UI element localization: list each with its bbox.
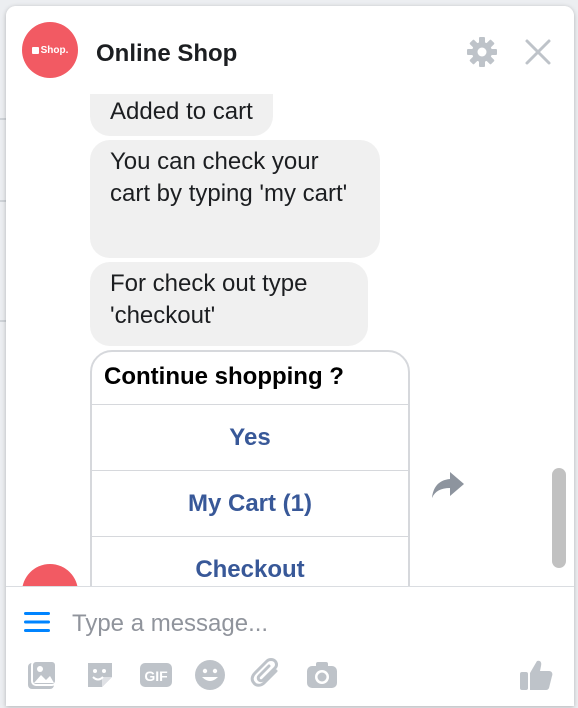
share-icon[interactable]	[430, 470, 466, 500]
avatar-label: Shop.	[40, 44, 69, 56]
chat-title[interactable]: Online Shop	[96, 40, 237, 68]
my-cart-button[interactable]: My Cart (1)	[92, 471, 408, 537]
attachment-icon[interactable]	[248, 657, 284, 693]
message-bubble: You can check your cart by typing 'my ca…	[90, 140, 380, 258]
gif-icon[interactable]: GIF	[138, 657, 174, 693]
chat-header: Shop. Online Shop	[6, 6, 574, 94]
camera-icon[interactable]	[304, 657, 340, 693]
photo-icon[interactable]	[24, 657, 60, 693]
shopping-bag-icon	[31, 46, 39, 54]
checkout-button[interactable]: Checkout	[92, 537, 408, 586]
yes-button[interactable]: Yes	[92, 405, 408, 471]
quick-reply-card: Continue shopping ? Yes My Cart (1) Chec…	[90, 350, 410, 586]
like-icon[interactable]	[518, 657, 554, 693]
message-bubble: Added to cart	[90, 94, 273, 136]
gif-label: GIF	[144, 668, 168, 684]
message-bubble: For check out type 'checkout'	[90, 262, 368, 346]
message-input[interactable]	[72, 605, 512, 643]
message-list: Added to cart You can check your cart by…	[6, 94, 546, 586]
scrollbar-thumb[interactable]	[552, 468, 566, 568]
emoji-icon[interactable]	[192, 657, 228, 693]
gear-icon[interactable]	[466, 36, 498, 68]
menu-icon[interactable]	[24, 611, 50, 633]
composer: GIF	[6, 586, 574, 706]
sender-avatar	[22, 564, 78, 586]
page-avatar[interactable]: Shop.	[22, 22, 78, 78]
sticker-icon[interactable]	[82, 657, 118, 693]
card-title: Continue shopping ?	[92, 352, 408, 405]
chat-window: Shop. Online Shop Added to cart You can …	[6, 6, 574, 706]
close-icon[interactable]	[522, 36, 554, 68]
